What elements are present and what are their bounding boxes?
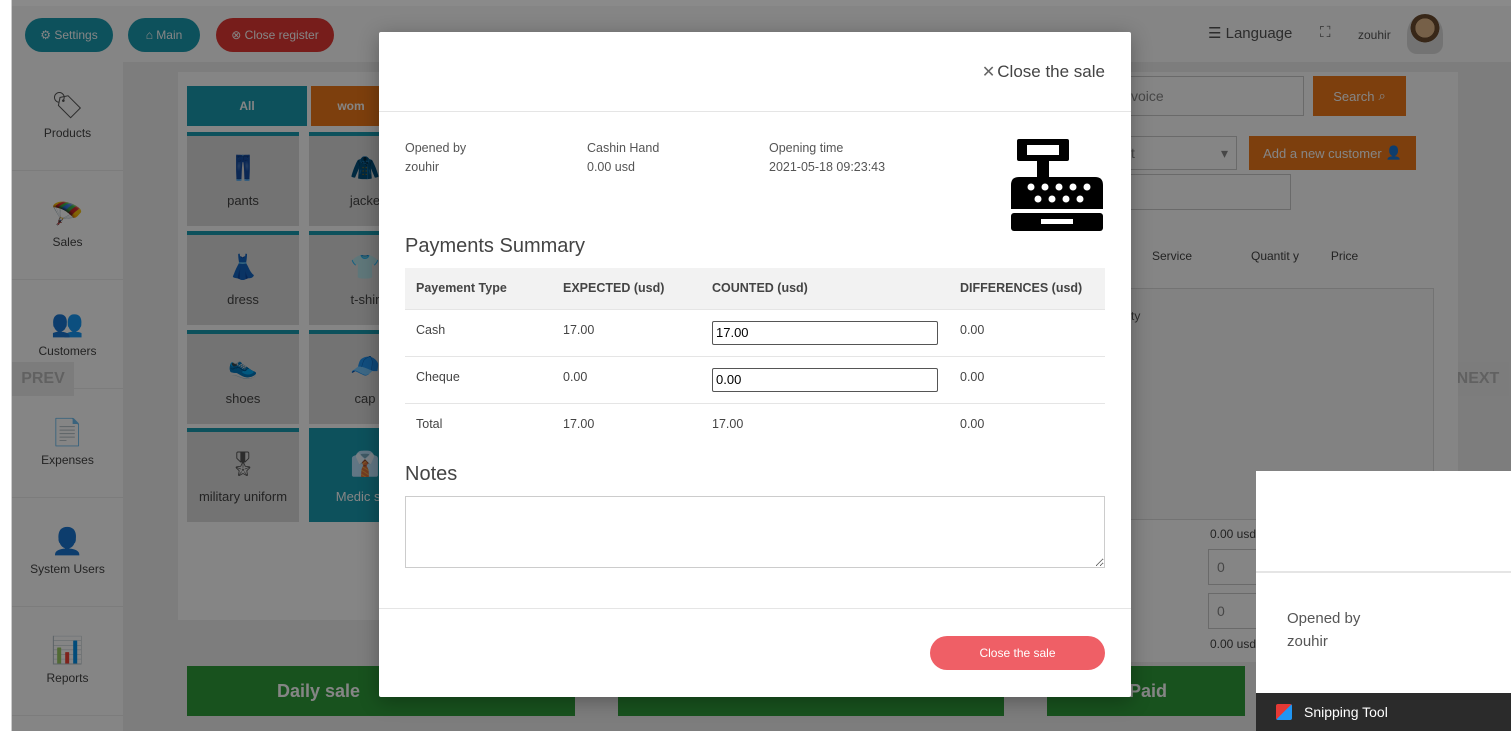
counted-cell (701, 355, 949, 403)
opening-time-block: Opening time 2021-05-18 09:23:43 (769, 139, 885, 177)
table-header-row: Payement Type EXPECTED (usd) COUNTED (us… (405, 268, 1105, 309)
snip-opened-by-value: zouhir (1287, 633, 1328, 650)
cashin-value: 0.00 usd (587, 160, 635, 174)
snip-opened-by: Opened by zouhir (1287, 607, 1360, 653)
modal-header: ✕ Close the sale (379, 32, 1131, 112)
column-differences: DIFFERENCES (usd) (949, 268, 1105, 309)
payment-type-cell: Cash (405, 308, 552, 356)
cash-register-icon (1011, 139, 1103, 231)
column-counted: COUNTED (usd) (701, 268, 949, 309)
cashin-block: Cashin Hand 0.00 usd (587, 139, 659, 177)
notes-title: Notes (405, 463, 458, 485)
payments-summary-table: Payement Type EXPECTED (usd) COUNTED (us… (405, 268, 1105, 450)
counted-cash-input[interactable] (712, 320, 938, 345)
table-total-row: Total 17.00 17.00 0.00 (405, 402, 1105, 450)
close-sale-button[interactable]: Close the sale (930, 636, 1105, 670)
total-counted-cell: 17.00 (701, 402, 949, 450)
notes-textarea[interactable] (405, 496, 1105, 568)
counted-cheque-input[interactable] (712, 367, 938, 392)
close-sale-modal: ✕ Close the sale Opened by zouhir Cashin … (379, 32, 1131, 697)
counted-cell (701, 308, 949, 356)
opened-by-label: Opened by (405, 141, 467, 155)
table-row: Cash 17.00 0.00 (405, 308, 1105, 356)
table-row: Cheque 0.00 0.00 (405, 355, 1105, 403)
snipping-tool-preview[interactable]: Opened by zouhir (1256, 471, 1511, 731)
column-payment-type: Payement Type (405, 268, 552, 309)
snipping-tool-icon (1276, 704, 1292, 720)
opened-by-block: Opened by zouhir (405, 139, 466, 177)
total-difference-cell: 0.00 (949, 402, 1105, 450)
expected-cell: 0.00 (552, 355, 701, 403)
close-sale-link[interactable]: ✕ Close the sale (982, 62, 1105, 82)
window-left-edge (0, 0, 12, 731)
difference-cell: 0.00 (949, 355, 1105, 403)
payments-summary-title: Payments Summary (405, 235, 586, 257)
difference-cell: 0.00 (949, 308, 1105, 356)
modal-footer (379, 608, 1131, 609)
total-expected-cell: 17.00 (552, 402, 701, 450)
total-label-cell: Total (405, 402, 552, 450)
opening-time-value: 2021-05-18 09:23:43 (769, 160, 886, 174)
opening-time-label: Opening time (769, 141, 844, 155)
payment-type-cell: Cheque (405, 355, 552, 403)
column-expected: EXPECTED (usd) (552, 268, 701, 309)
cashin-label: Cashin Hand (587, 141, 660, 155)
snip-opened-by-label: Opened by (1287, 610, 1361, 627)
snipping-tool-label: Snipping Tool (1304, 704, 1388, 720)
snipping-tool-taskbar[interactable]: Snipping Tool (1256, 693, 1511, 731)
expected-cell: 17.00 (552, 308, 701, 356)
snip-divider (1256, 571, 1511, 573)
close-icon: ✕ (981, 64, 996, 81)
close-sale-link-label: Close the sale (997, 62, 1105, 81)
opened-by-value: zouhir (405, 160, 440, 174)
